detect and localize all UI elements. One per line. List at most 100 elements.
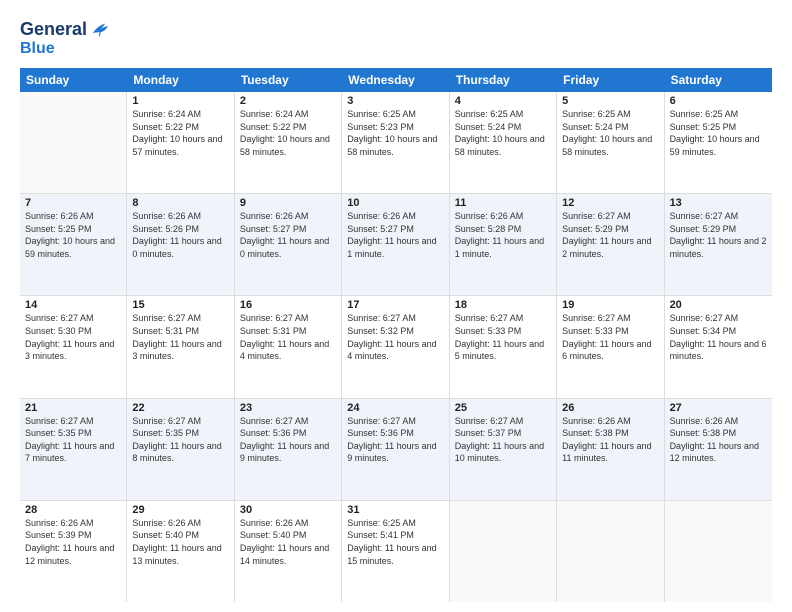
- day-number: 28: [25, 504, 121, 516]
- calendar-cell: [557, 501, 664, 602]
- calendar-cell: 28 Sunrise: 6:26 AMSunset: 5:39 PMDaylig…: [20, 501, 127, 602]
- day-number: 3: [347, 95, 443, 107]
- cell-info: Sunrise: 6:25 AMSunset: 5:24 PMDaylight:…: [455, 108, 551, 158]
- day-number: 5: [562, 95, 658, 107]
- day-number: 10: [347, 197, 443, 209]
- weekday-header: Friday: [557, 68, 664, 92]
- header: General Blue: [20, 18, 772, 58]
- logo-text-general: General: [20, 20, 87, 38]
- calendar-cell: [20, 92, 127, 193]
- day-number: 23: [240, 402, 336, 414]
- calendar-header: SundayMondayTuesdayWednesdayThursdayFrid…: [20, 68, 772, 92]
- cell-info: Sunrise: 6:26 AMSunset: 5:27 PMDaylight:…: [347, 210, 443, 260]
- day-number: 7: [25, 197, 121, 209]
- weekday-header: Sunday: [20, 68, 127, 92]
- cell-info: Sunrise: 6:27 AMSunset: 5:34 PMDaylight:…: [670, 312, 767, 362]
- calendar-cell: 24 Sunrise: 6:27 AMSunset: 5:36 PMDaylig…: [342, 399, 449, 500]
- day-number: 14: [25, 299, 121, 311]
- weekday-header: Saturday: [665, 68, 772, 92]
- cell-info: Sunrise: 6:25 AMSunset: 5:24 PMDaylight:…: [562, 108, 658, 158]
- calendar-week-row: 1 Sunrise: 6:24 AMSunset: 5:22 PMDayligh…: [20, 92, 772, 194]
- calendar-cell: 8 Sunrise: 6:26 AMSunset: 5:26 PMDayligh…: [127, 194, 234, 295]
- cell-info: Sunrise: 6:24 AMSunset: 5:22 PMDaylight:…: [240, 108, 336, 158]
- calendar-cell: 5 Sunrise: 6:25 AMSunset: 5:24 PMDayligh…: [557, 92, 664, 193]
- day-number: 2: [240, 95, 336, 107]
- day-number: 31: [347, 504, 443, 516]
- cell-info: Sunrise: 6:26 AMSunset: 5:25 PMDaylight:…: [25, 210, 121, 260]
- day-number: 29: [132, 504, 228, 516]
- day-number: 12: [562, 197, 658, 209]
- weekday-header: Tuesday: [235, 68, 342, 92]
- cell-info: Sunrise: 6:25 AMSunset: 5:25 PMDaylight:…: [670, 108, 767, 158]
- day-number: 18: [455, 299, 551, 311]
- calendar-cell: 22 Sunrise: 6:27 AMSunset: 5:35 PMDaylig…: [127, 399, 234, 500]
- day-number: 11: [455, 197, 551, 209]
- day-number: 30: [240, 504, 336, 516]
- day-number: 26: [562, 402, 658, 414]
- cell-info: Sunrise: 6:26 AMSunset: 5:38 PMDaylight:…: [670, 415, 767, 465]
- calendar-cell: 21 Sunrise: 6:27 AMSunset: 5:35 PMDaylig…: [20, 399, 127, 500]
- calendar-cell: 19 Sunrise: 6:27 AMSunset: 5:33 PMDaylig…: [557, 296, 664, 397]
- day-number: 4: [455, 95, 551, 107]
- day-number: 24: [347, 402, 443, 414]
- calendar-cell: 18 Sunrise: 6:27 AMSunset: 5:33 PMDaylig…: [450, 296, 557, 397]
- calendar-cell: 23 Sunrise: 6:27 AMSunset: 5:36 PMDaylig…: [235, 399, 342, 500]
- page: General Blue SundayMondayTuesdayWednesda…: [0, 0, 792, 612]
- cell-info: Sunrise: 6:27 AMSunset: 5:32 PMDaylight:…: [347, 312, 443, 362]
- logo: General Blue: [20, 18, 111, 58]
- day-number: 9: [240, 197, 336, 209]
- weekday-header: Thursday: [450, 68, 557, 92]
- day-number: 16: [240, 299, 336, 311]
- day-number: 20: [670, 299, 767, 311]
- cell-info: Sunrise: 6:26 AMSunset: 5:26 PMDaylight:…: [132, 210, 228, 260]
- day-number: 27: [670, 402, 767, 414]
- calendar-cell: 1 Sunrise: 6:24 AMSunset: 5:22 PMDayligh…: [127, 92, 234, 193]
- calendar-cell: 27 Sunrise: 6:26 AMSunset: 5:38 PMDaylig…: [665, 399, 772, 500]
- calendar-week-row: 14 Sunrise: 6:27 AMSunset: 5:30 PMDaylig…: [20, 296, 772, 398]
- calendar-cell: [450, 501, 557, 602]
- calendar-week-row: 21 Sunrise: 6:27 AMSunset: 5:35 PMDaylig…: [20, 399, 772, 501]
- day-number: 13: [670, 197, 767, 209]
- cell-info: Sunrise: 6:24 AMSunset: 5:22 PMDaylight:…: [132, 108, 228, 158]
- calendar-cell: 16 Sunrise: 6:27 AMSunset: 5:31 PMDaylig…: [235, 296, 342, 397]
- cell-info: Sunrise: 6:27 AMSunset: 5:36 PMDaylight:…: [347, 415, 443, 465]
- day-number: 1: [132, 95, 228, 107]
- calendar-cell: 12 Sunrise: 6:27 AMSunset: 5:29 PMDaylig…: [557, 194, 664, 295]
- calendar-cell: 30 Sunrise: 6:26 AMSunset: 5:40 PMDaylig…: [235, 501, 342, 602]
- weekday-header: Monday: [127, 68, 234, 92]
- calendar-body: 1 Sunrise: 6:24 AMSunset: 5:22 PMDayligh…: [20, 92, 772, 602]
- cell-info: Sunrise: 6:26 AMSunset: 5:28 PMDaylight:…: [455, 210, 551, 260]
- cell-info: Sunrise: 6:27 AMSunset: 5:29 PMDaylight:…: [562, 210, 658, 260]
- day-number: 17: [347, 299, 443, 311]
- calendar-cell: 7 Sunrise: 6:26 AMSunset: 5:25 PMDayligh…: [20, 194, 127, 295]
- calendar-cell: 9 Sunrise: 6:26 AMSunset: 5:27 PMDayligh…: [235, 194, 342, 295]
- day-number: 6: [670, 95, 767, 107]
- calendar-cell: 4 Sunrise: 6:25 AMSunset: 5:24 PMDayligh…: [450, 92, 557, 193]
- day-number: 21: [25, 402, 121, 414]
- calendar-cell: 31 Sunrise: 6:25 AMSunset: 5:41 PMDaylig…: [342, 501, 449, 602]
- cell-info: Sunrise: 6:26 AMSunset: 5:38 PMDaylight:…: [562, 415, 658, 465]
- calendar-cell: 2 Sunrise: 6:24 AMSunset: 5:22 PMDayligh…: [235, 92, 342, 193]
- calendar-cell: 3 Sunrise: 6:25 AMSunset: 5:23 PMDayligh…: [342, 92, 449, 193]
- cell-info: Sunrise: 6:27 AMSunset: 5:35 PMDaylight:…: [132, 415, 228, 465]
- calendar-cell: [665, 501, 772, 602]
- calendar-cell: 10 Sunrise: 6:26 AMSunset: 5:27 PMDaylig…: [342, 194, 449, 295]
- cell-info: Sunrise: 6:27 AMSunset: 5:30 PMDaylight:…: [25, 312, 121, 362]
- calendar-cell: 13 Sunrise: 6:27 AMSunset: 5:29 PMDaylig…: [665, 194, 772, 295]
- calendar-cell: 20 Sunrise: 6:27 AMSunset: 5:34 PMDaylig…: [665, 296, 772, 397]
- logo-text-blue: Blue: [20, 40, 55, 57]
- calendar-cell: 11 Sunrise: 6:26 AMSunset: 5:28 PMDaylig…: [450, 194, 557, 295]
- cell-info: Sunrise: 6:27 AMSunset: 5:36 PMDaylight:…: [240, 415, 336, 465]
- day-number: 22: [132, 402, 228, 414]
- cell-info: Sunrise: 6:25 AMSunset: 5:23 PMDaylight:…: [347, 108, 443, 158]
- cell-info: Sunrise: 6:26 AMSunset: 5:39 PMDaylight:…: [25, 517, 121, 567]
- calendar-cell: 15 Sunrise: 6:27 AMSunset: 5:31 PMDaylig…: [127, 296, 234, 397]
- calendar-cell: 29 Sunrise: 6:26 AMSunset: 5:40 PMDaylig…: [127, 501, 234, 602]
- calendar-cell: 26 Sunrise: 6:26 AMSunset: 5:38 PMDaylig…: [557, 399, 664, 500]
- cell-info: Sunrise: 6:27 AMSunset: 5:33 PMDaylight:…: [455, 312, 551, 362]
- calendar-cell: 17 Sunrise: 6:27 AMSunset: 5:32 PMDaylig…: [342, 296, 449, 397]
- cell-info: Sunrise: 6:25 AMSunset: 5:41 PMDaylight:…: [347, 517, 443, 567]
- cell-info: Sunrise: 6:26 AMSunset: 5:40 PMDaylight:…: [132, 517, 228, 567]
- day-number: 19: [562, 299, 658, 311]
- logo-bird-icon: [89, 18, 111, 40]
